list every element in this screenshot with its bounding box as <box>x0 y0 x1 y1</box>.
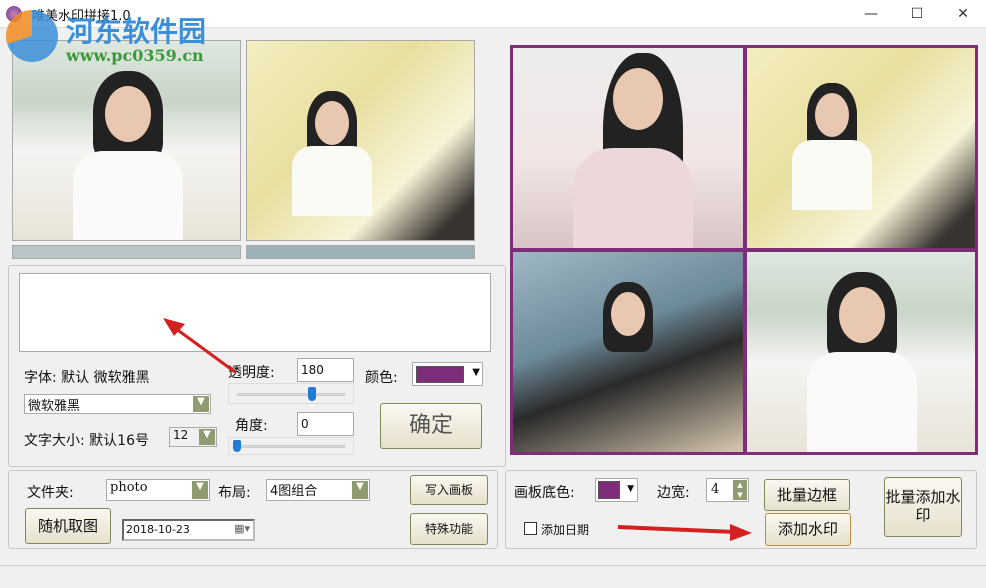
annotation-arrows <box>0 0 986 588</box>
arrow-annotation-2 <box>618 524 752 541</box>
arrow-annotation-1 <box>163 318 235 372</box>
